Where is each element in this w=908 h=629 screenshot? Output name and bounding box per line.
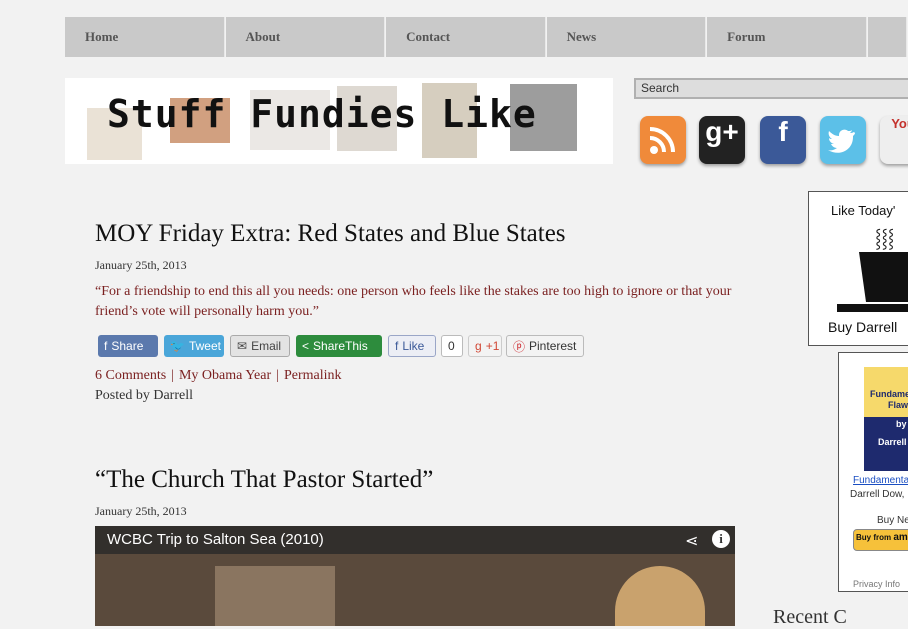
- like-today-widget[interactable]: Like Today' ⸾⸾⸾ Buy Darrell: [808, 191, 908, 346]
- book-widget: Fundame Flaw by Darrell Fundamenta Darre…: [838, 352, 908, 592]
- widget-footer[interactable]: Buy Darrell: [828, 319, 897, 335]
- like-count: 0: [441, 335, 463, 357]
- saucer-icon: [837, 304, 908, 312]
- book-author: Darrell Dow,: [850, 489, 905, 500]
- pinterest-label: Pinterest: [529, 339, 577, 353]
- post-date: January 25th, 2013: [95, 258, 187, 272]
- nav-news[interactable]: News: [546, 17, 707, 57]
- nav-contact[interactable]: Contact: [386, 17, 546, 57]
- twitter-icon: 🐦: [170, 339, 185, 353]
- sharethis-label: ShareThis: [313, 339, 368, 353]
- post-date: January 25th, 2013: [95, 504, 187, 518]
- site-banner[interactable]: Stuff Fundies Like: [65, 78, 613, 164]
- facebook-share-button[interactable]: f Share: [98, 335, 158, 357]
- facebook-icon: f: [104, 339, 108, 353]
- book-link[interactable]: Fundamenta: [853, 475, 908, 486]
- book-cover[interactable]: Fundame Flaw by Darrell: [864, 367, 908, 471]
- nav-about[interactable]: About: [225, 17, 386, 57]
- video-title[interactable]: WCBC Trip to Salton Sea (2010): [107, 531, 324, 548]
- facebook-icon[interactable]: f: [760, 116, 806, 164]
- book-cover-line: Fundame: [870, 389, 908, 399]
- facebook-icon: f: [395, 339, 399, 353]
- post-title[interactable]: MOY Friday Extra: Red States and Blue St…: [95, 220, 566, 248]
- post-meta: 6 Comments | My Obama Year | Permalink: [95, 368, 342, 383]
- book-cover-line: Flaw: [888, 400, 908, 410]
- share-icon: <: [302, 339, 310, 353]
- nav-home[interactable]: Home: [65, 17, 225, 57]
- google-plus-one-button[interactable]: g +1: [468, 335, 502, 357]
- google-plus-icon[interactable]: g+: [699, 116, 745, 164]
- post-quote: “For a friendship to end this all you ne…: [95, 284, 732, 319]
- steam-icon: ⸾⸾⸾: [875, 228, 895, 249]
- twitter-icon[interactable]: [820, 116, 866, 164]
- video-embed[interactable]: WCBC Trip to Salton Sea (2010) ⋖ i: [95, 526, 735, 626]
- video-frame-person: [615, 566, 705, 626]
- privacy-link[interactable]: Privacy Info: [853, 579, 900, 589]
- nav-more[interactable]: [867, 17, 907, 57]
- tweet-label: Tweet: [188, 339, 221, 353]
- amazon-buy-button[interactable]: Buy from amazo: [853, 529, 908, 551]
- pinterest-icon: ⓟ: [513, 339, 526, 354]
- buy-new-label: Buy Ne: [877, 515, 908, 526]
- comments-link[interactable]: 6 Comments: [95, 368, 166, 383]
- permalink-link[interactable]: Permalink: [284, 368, 342, 383]
- youtube-label: You: [891, 116, 908, 131]
- book-cover-line: by: [896, 419, 907, 429]
- google-plus-label: g+: [705, 116, 739, 147]
- recent-comments-heading: Recent C: [773, 606, 847, 628]
- posted-by: Posted by Darrell: [95, 388, 193, 403]
- widget-title: Like Today': [831, 203, 896, 218]
- book-cover-line: Darrell: [878, 437, 907, 447]
- plus-one-label: +1: [485, 339, 500, 353]
- category-link[interactable]: My Obama Year: [179, 368, 271, 383]
- post-title[interactable]: “The Church That Pastor Started”: [95, 466, 433, 494]
- share-label: Share: [111, 339, 144, 353]
- youtube-icon[interactable]: You: [880, 116, 908, 164]
- email-button[interactable]: ✉ Email: [230, 335, 290, 357]
- video-frame-detail: [215, 566, 335, 626]
- buy-from-label: Buy from: [856, 533, 892, 542]
- like-label: Like: [402, 339, 425, 353]
- cup-icon: [859, 252, 908, 302]
- search-input[interactable]: Search: [634, 78, 908, 99]
- info-icon[interactable]: i: [712, 530, 730, 548]
- facebook-like-button[interactable]: f Like: [388, 335, 436, 357]
- sharethis-button[interactable]: < ShareThis: [296, 335, 382, 357]
- pinterest-button[interactable]: ⓟ Pinterest: [506, 335, 584, 357]
- nav-forum[interactable]: Forum: [707, 17, 867, 57]
- amazon-label: amazo: [893, 532, 908, 543]
- site-title: Stuff Fundies Like: [107, 92, 537, 136]
- envelope-icon: ✉: [237, 339, 248, 353]
- top-nav: Home About Contact News Forum: [65, 17, 908, 57]
- tweet-button[interactable]: 🐦 Tweet: [164, 335, 224, 357]
- facebook-label: f: [778, 116, 788, 147]
- google-plus-icon: g: [475, 339, 482, 353]
- rss-icon[interactable]: [640, 116, 686, 164]
- share-icon[interactable]: ⋖: [685, 531, 698, 550]
- email-label: Email: [251, 339, 282, 353]
